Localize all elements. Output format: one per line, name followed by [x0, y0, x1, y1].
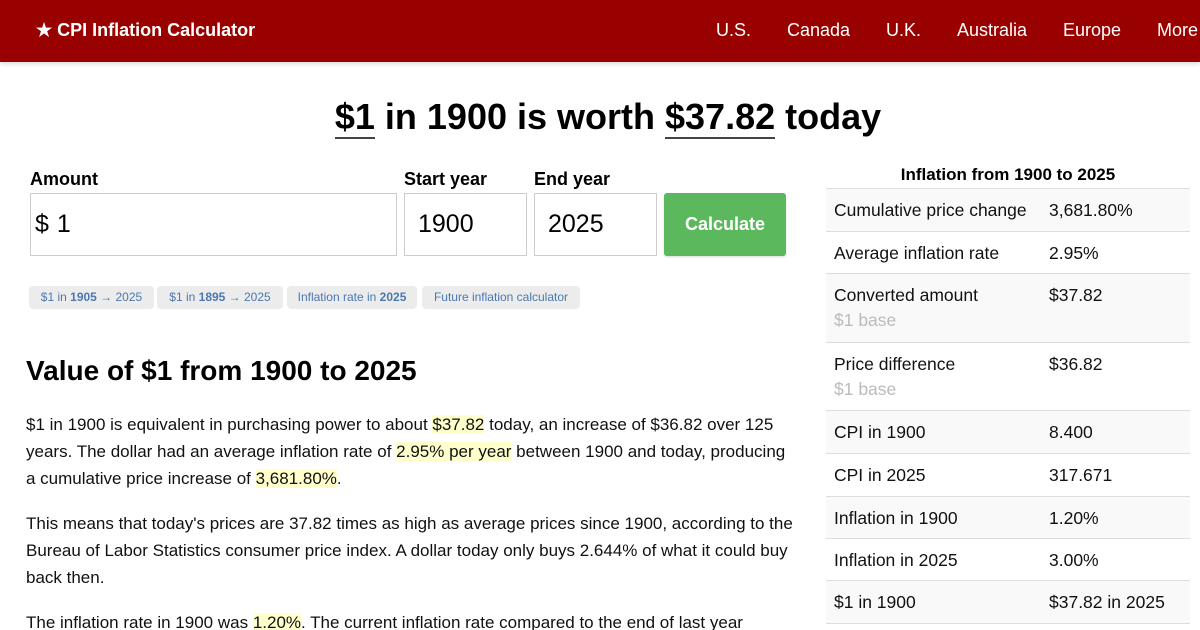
amount-input[interactable]: $ 1	[30, 193, 397, 256]
row-value: 2.95%	[1049, 243, 1099, 263]
nav-europe[interactable]: Europe	[1063, 20, 1121, 41]
nav-canada[interactable]: Canada	[787, 20, 850, 41]
top-navbar: ★ CPI Inflation Calculator U.S. Canada U.…	[0, 0, 1200, 62]
end-year-value: 2025	[548, 210, 604, 238]
nav-uk[interactable]: U.K.	[886, 20, 921, 41]
row-label-text: $1 in 1900	[834, 592, 916, 612]
row-sublabel: $1 base	[834, 310, 897, 330]
table-row: CPI in 2025 317.671	[826, 454, 1190, 497]
row-label: Average inflation rate	[826, 243, 1049, 273]
nav-us[interactable]: U.S.	[716, 20, 751, 41]
amount-value: 1	[56, 210, 71, 238]
quick-link-1905[interactable]: $1 in 1905 → 2025	[29, 286, 154, 309]
summary-paragraph: $1 in 1900 is equivalent in purchasing p…	[26, 411, 796, 492]
chip-text: $1 in	[40, 290, 71, 304]
highlight-inflation-rate: 1.20%	[252, 613, 302, 630]
row-label: $1 in 1900	[826, 592, 1049, 623]
row-value: $37.82	[1049, 285, 1103, 305]
quick-link-future-calculator[interactable]: Future inflation calculator	[422, 286, 580, 309]
row-label-text: Converted amount	[834, 285, 978, 305]
start-year-input[interactable]: 1900	[404, 193, 527, 256]
section-heading: Value of $1 from 1900 to 2025	[26, 355, 417, 386]
text: . The current inflation rate compared to…	[301, 613, 743, 630]
row-value: $36.82	[1049, 354, 1103, 374]
inflation-summary-table: Inflation from 1900 to 2025 Cumulative p…	[826, 160, 1190, 624]
table-row: Average inflation rate 2.95%	[826, 232, 1190, 274]
highlight-average-rate: 2.95% per year	[396, 442, 512, 461]
table-row: CPI in 1900 8.400	[826, 411, 1190, 454]
row-value: 3,681.80%	[1049, 200, 1133, 220]
currency-symbol: $	[35, 210, 49, 238]
end-year-input[interactable]: 2025	[534, 193, 657, 256]
row-value: 1.20%	[1049, 508, 1099, 528]
row-label-text: Inflation in 1900	[834, 508, 958, 528]
row-label-text: Inflation in 2025	[834, 550, 958, 570]
headline-amount: $1	[334, 96, 375, 139]
start-year-label: Start year	[404, 169, 488, 189]
chip-year: 1905	[70, 290, 97, 304]
quick-link-inflation-rate[interactable]: Inflation rate in 2025	[287, 286, 417, 309]
row-label: CPI in 1900	[826, 422, 1049, 453]
headline-tail: today	[785, 96, 882, 137]
explanation-paragraph: This means that today's prices are 37.82…	[26, 514, 793, 587]
row-value: $37.82 in 2025	[1049, 592, 1165, 612]
highlight-converted-amount: $37.82	[432, 415, 485, 434]
row-label: Price difference $1 base	[826, 354, 1049, 410]
row-label: Inflation in 1900	[826, 508, 1049, 538]
nav-australia[interactable]: Australia	[957, 20, 1027, 41]
row-label-text: Price difference	[834, 354, 956, 374]
inflation-rate-paragraph: The inflation rate in 1900 was 1.20%. Th…	[26, 609, 796, 630]
row-value: 3.00%	[1049, 550, 1099, 570]
row-label-text: Cumulative price change	[834, 200, 1027, 220]
table-row: Converted amount $1 base $37.82	[826, 274, 1190, 343]
row-sublabel: $1 base	[834, 379, 897, 399]
table-row: $1 in 1900 $37.82 in 2025	[826, 581, 1190, 624]
main-nav: U.S. Canada U.K. Australia Europe More	[0, 20, 1200, 42]
calculate-button[interactable]: Calculate	[664, 193, 786, 256]
end-year-label: End year	[534, 169, 611, 189]
table-title: Inflation from 1900 to 2025	[826, 160, 1190, 189]
amount-label: Amount	[30, 169, 98, 189]
table-row: Inflation in 2025 3.00%	[826, 539, 1190, 581]
text: The inflation rate in 1900 was	[26, 613, 253, 630]
page-title: $1 in 1900 is worth $37.82 today	[0, 96, 1200, 139]
chip-year: 2025	[379, 290, 407, 304]
highlight-cumulative-change: 3,681.80%	[255, 469, 337, 488]
chip-year: 1895	[198, 290, 226, 304]
start-year-value: 1900	[418, 210, 474, 238]
chip-text: → 2025	[96, 290, 143, 304]
row-value: 8.400	[1049, 422, 1093, 442]
row-label: Inflation in 2025	[826, 550, 1049, 580]
chip-text: → 2025	[225, 290, 271, 304]
table-row: Inflation in 1900 1.20%	[826, 497, 1190, 539]
table-row: Cumulative price change 3,681.80%	[826, 189, 1190, 232]
row-label-text: Average inflation rate	[834, 243, 1000, 263]
quick-link-1895[interactable]: $1 in 1895 → 2025	[157, 286, 283, 309]
headline-result: $37.82	[665, 96, 776, 139]
text: $1 in 1900 is equivalent in purchasing p…	[26, 415, 433, 434]
row-value: 317.671	[1049, 465, 1113, 485]
nav-more[interactable]: More	[1157, 20, 1198, 41]
chip-text: Future inflation calculator	[433, 290, 569, 304]
row-label: Converted amount $1 base	[826, 285, 1049, 342]
chip-text: Inflation rate in	[297, 290, 380, 304]
row-label-text: CPI in 1900	[834, 422, 926, 442]
table-row: Price difference $1 base $36.82	[826, 343, 1190, 411]
text: .	[336, 469, 342, 488]
headline-mid: in 1900 is worth	[384, 96, 655, 137]
chip-text: $1 in	[169, 290, 199, 304]
row-label: Cumulative price change	[826, 200, 1049, 231]
table-body: Cumulative price change 3,681.80% Average …	[826, 189, 1190, 624]
row-label: CPI in 2025	[826, 465, 1049, 496]
row-label-text: CPI in 2025	[834, 465, 926, 485]
